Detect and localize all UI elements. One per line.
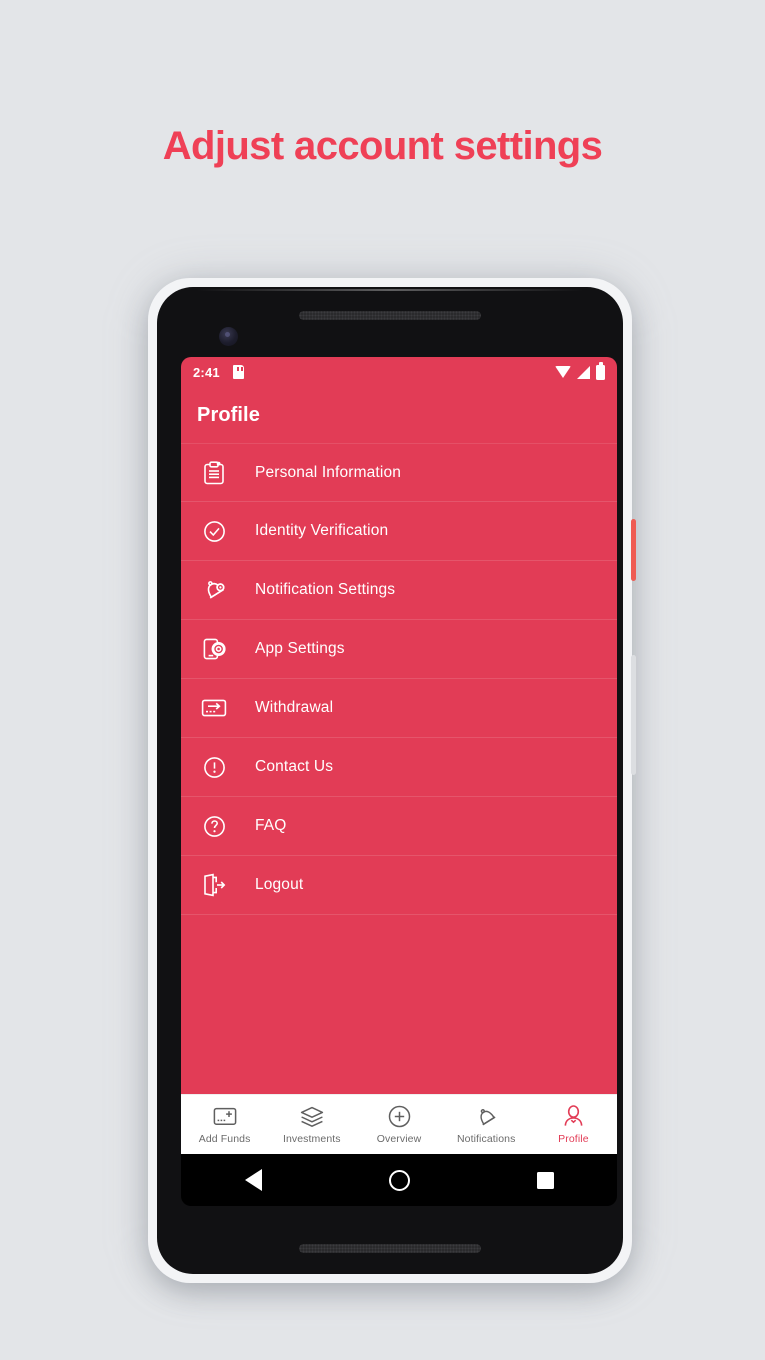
recents-square-icon[interactable] xyxy=(536,1171,554,1189)
bell-icon xyxy=(197,578,231,602)
nav-item-add-funds[interactable]: Add Funds xyxy=(181,1095,268,1154)
layers-icon xyxy=(300,1105,324,1129)
menu-item-identity-verification[interactable]: Identity Verification xyxy=(181,502,617,561)
wifi-icon xyxy=(555,366,571,378)
menu-item-label: Withdrawal xyxy=(255,699,334,716)
page-title: Adjust account settings xyxy=(162,124,603,168)
profile-menu-list: Personal Information Identity Verificati… xyxy=(181,443,617,915)
menu-item-label: App Settings xyxy=(255,640,345,657)
nav-item-label: Add Funds xyxy=(198,1132,251,1145)
menu-item-withdrawal[interactable]: Withdrawal xyxy=(181,679,617,738)
cellular-signal-icon xyxy=(577,365,590,379)
back-triangle-icon[interactable] xyxy=(244,1169,262,1191)
power-button[interactable] xyxy=(631,519,636,581)
status-bar: 2:41 xyxy=(181,357,617,387)
nav-item-investments[interactable]: Investments xyxy=(268,1095,355,1154)
phone-screen: 2:41 Profile Personal Information Identi… xyxy=(181,357,617,1154)
front-camera-icon xyxy=(219,327,238,346)
android-navigation-bar xyxy=(181,1154,617,1206)
person-icon xyxy=(562,1105,585,1129)
menu-item-label: Logout xyxy=(255,876,304,893)
menu-item-label: Notification Settings xyxy=(255,581,396,598)
nav-item-label: Profile xyxy=(558,1132,589,1145)
check-circle-icon xyxy=(197,520,231,543)
card-plus-icon xyxy=(213,1105,237,1129)
phone-bezel: 2:41 Profile Personal Information Identi… xyxy=(157,287,623,1274)
menu-item-label: Personal Information xyxy=(255,463,402,481)
nav-item-label: Notifications xyxy=(456,1132,516,1145)
nav-item-label: Investments xyxy=(282,1132,341,1145)
bell-outline-icon xyxy=(475,1105,498,1129)
app-bar: Profile xyxy=(181,387,617,443)
menu-item-logout[interactable]: Logout xyxy=(181,856,617,915)
menu-item-label: FAQ xyxy=(255,817,287,834)
home-circle-icon[interactable] xyxy=(388,1169,410,1191)
nav-item-overview[interactable]: Overview xyxy=(355,1095,442,1154)
clipboard-icon xyxy=(197,460,231,485)
nav-item-notifications[interactable]: Notifications xyxy=(443,1095,530,1154)
nav-item-label: Overview xyxy=(376,1132,422,1145)
menu-item-app-settings[interactable]: App Settings xyxy=(181,620,617,679)
menu-item-contact-us[interactable]: Contact Us xyxy=(181,738,617,797)
phone-device-frame: 2:41 Profile Personal Information Identi… xyxy=(148,278,632,1283)
card-arrow-out-icon xyxy=(197,698,231,718)
exclamation-circle-icon xyxy=(197,756,231,779)
question-circle-icon xyxy=(197,815,231,838)
plus-circle-icon xyxy=(388,1105,411,1129)
volume-rocker-button[interactable] xyxy=(631,655,636,775)
bottom-speaker-grille xyxy=(299,1244,481,1253)
earpiece-speaker-grille xyxy=(299,311,481,320)
menu-item-label: Identity Verification xyxy=(255,522,389,539)
status-bar-right-icons xyxy=(555,362,605,380)
menu-item-notification-settings[interactable]: Notification Settings xyxy=(181,561,617,620)
nav-item-profile[interactable]: Profile xyxy=(530,1095,617,1154)
menu-item-faq[interactable]: FAQ xyxy=(181,797,617,856)
status-bar-time: 2:41 xyxy=(193,364,220,380)
bottom-navigation-bar: Add Funds Investments Overview Notificat… xyxy=(181,1094,617,1154)
menu-item-personal-information[interactable]: Personal Information xyxy=(181,443,617,502)
menu-item-label: Contact Us xyxy=(255,758,334,775)
phone-gear-icon xyxy=(197,637,231,661)
app-bar-title: Profile xyxy=(197,403,260,426)
sd-card-icon xyxy=(232,365,244,379)
bezel-highlight xyxy=(197,289,583,291)
status-bar-left-icons xyxy=(232,365,244,379)
battery-icon xyxy=(596,362,605,380)
logout-door-icon xyxy=(197,873,231,897)
